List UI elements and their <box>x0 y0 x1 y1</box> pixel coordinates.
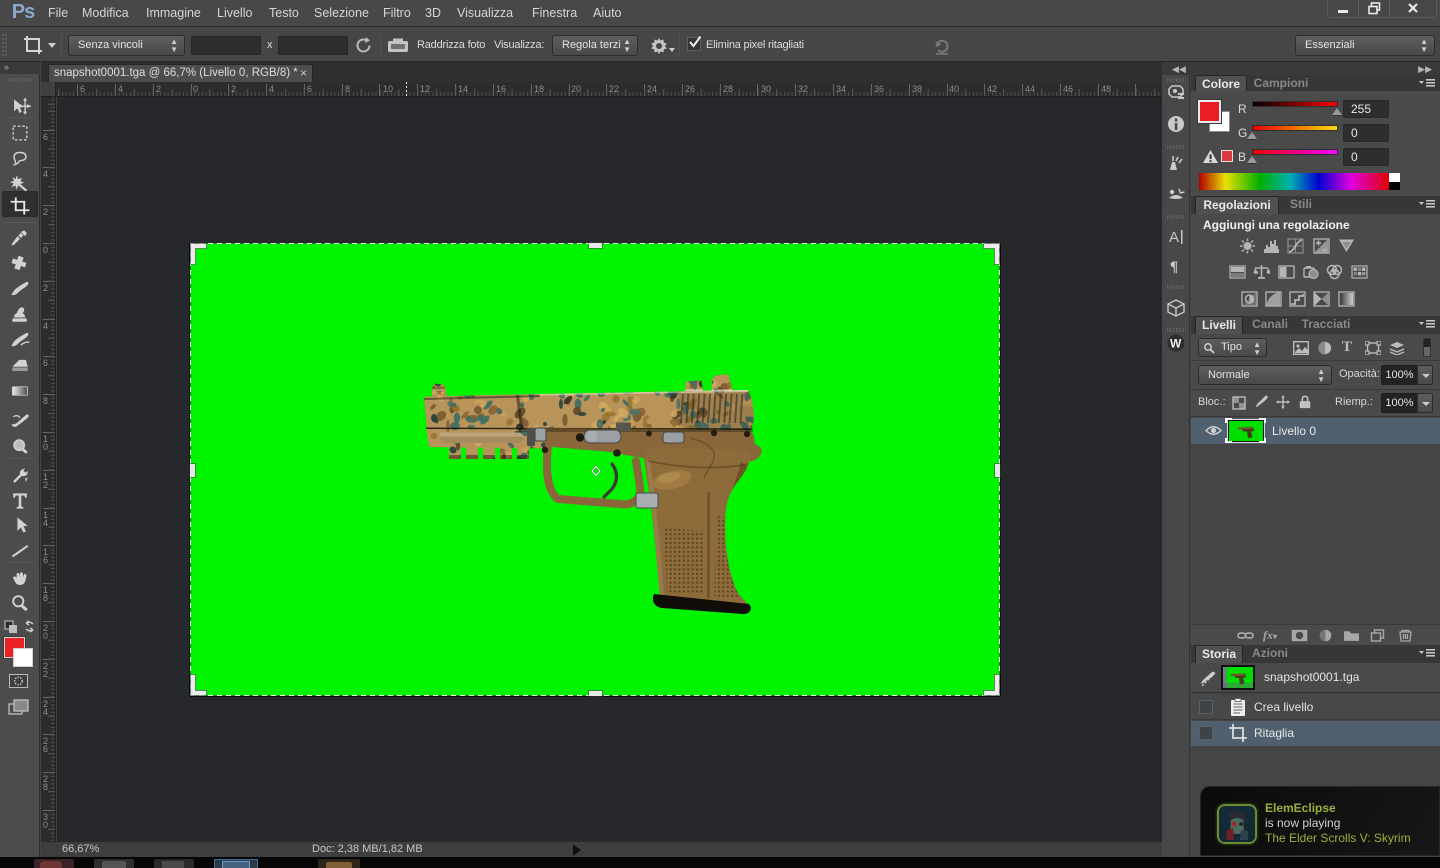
svg-text:A: A <box>1169 229 1179 246</box>
svg-text:W: W <box>1170 337 1182 351</box>
svg-text:¶: ¶ <box>1170 259 1178 275</box>
